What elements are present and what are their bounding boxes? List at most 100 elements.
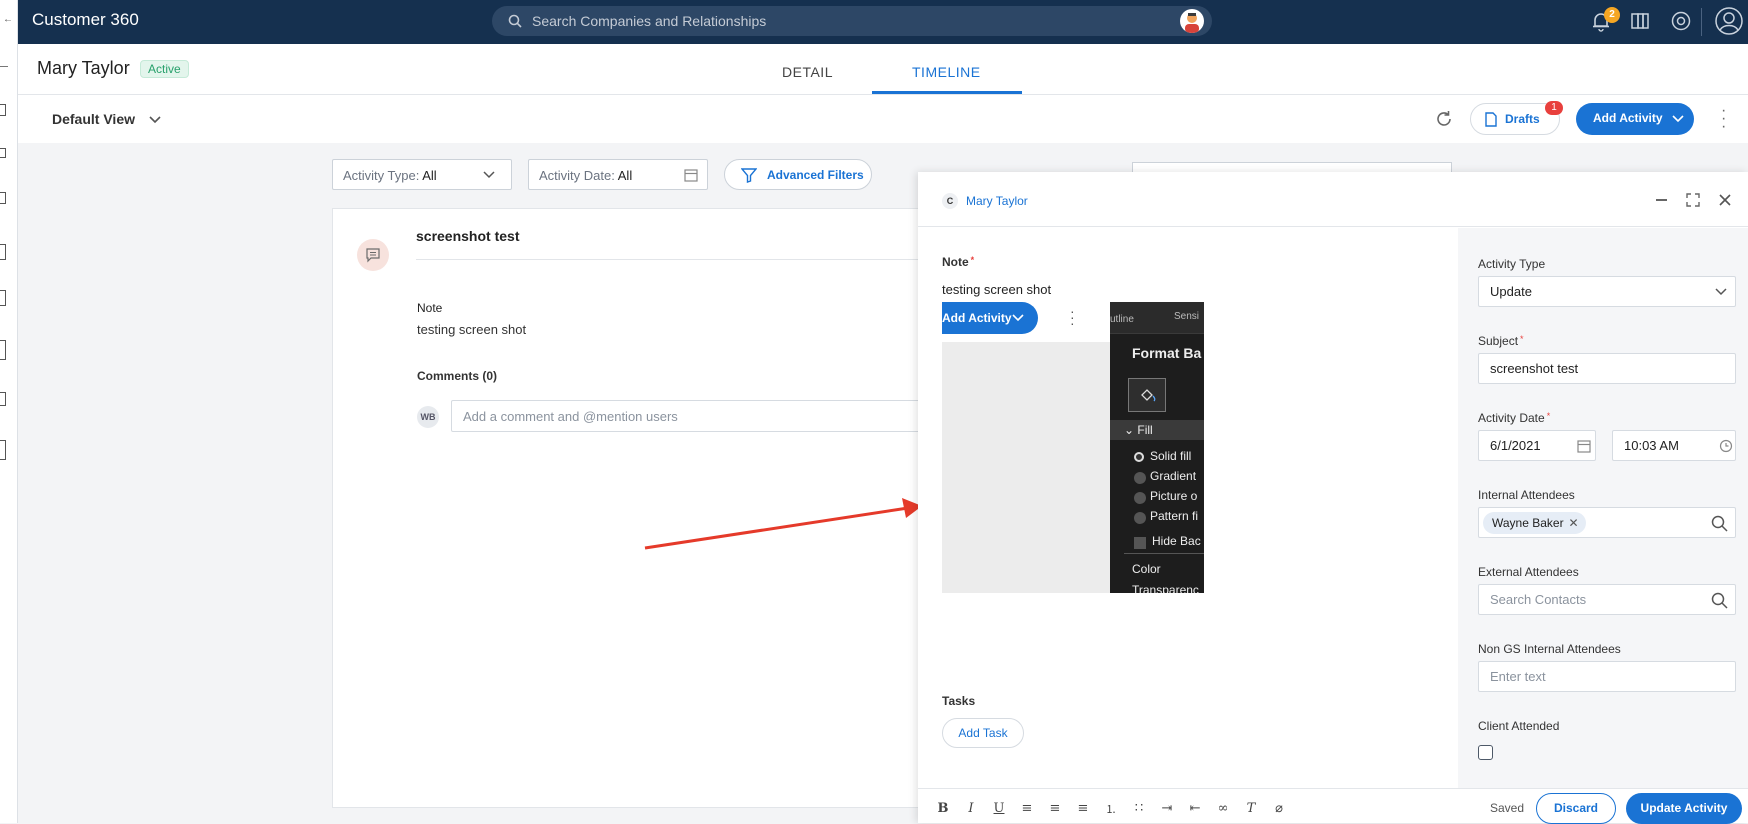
screenshot-checkbox (1134, 537, 1146, 549)
chevron-down-icon (483, 171, 495, 179)
screenshot-radio (1134, 492, 1146, 504)
search-avatar-icon[interactable] (1180, 9, 1204, 33)
internal-attendees-input[interactable]: Wayne Baker ✕ (1478, 507, 1736, 538)
link-icon[interactable]: ∞ (1214, 801, 1232, 816)
settings-nav-icon[interactable] (0, 392, 6, 406)
drafts-label: Drafts (1505, 112, 1540, 126)
time-value: 10:03 AM (1624, 438, 1679, 453)
close-icon[interactable] (1718, 193, 1732, 207)
chevron-down-icon (1715, 288, 1727, 296)
tab-timeline[interactable]: TIMELINE (912, 64, 981, 80)
timeline-toolbar: Default View Drafts 1 Add Activity · · · (18, 95, 1748, 143)
non-gs-attendees-input[interactable]: Enter text (1478, 661, 1736, 692)
screenshot-transparency-label: Transparenc (1132, 583, 1199, 593)
underline-icon[interactable]: U (990, 801, 1008, 816)
report-nav-icon[interactable] (0, 290, 6, 306)
date-input[interactable]: 6/1/2021 (1478, 430, 1596, 461)
indent-icon[interactable]: ⇥ (1158, 801, 1176, 816)
screenshot-radio (1134, 512, 1146, 524)
chevron-down-icon[interactable] (148, 115, 162, 125)
activity-type-filter[interactable]: Activity Type: All (332, 159, 512, 190)
screenshot-option: Pattern fi (1150, 509, 1199, 523)
view-selector[interactable]: Default View (52, 111, 135, 127)
external-attendees-placeholder: Search Contacts (1490, 592, 1587, 607)
update-activity-button[interactable]: Update Activity (1626, 793, 1742, 824)
document-nav-icon[interactable] (0, 244, 6, 260)
minimize-icon[interactable] (1656, 199, 1667, 201)
drawer-footer: B I U ≡ ≡ ≡ ⒈ ∷ ⇥ ⇤ ∞ T ⌀ Saved Discard … (918, 788, 1748, 824)
active-tab-indicator (872, 91, 1022, 94)
non-gs-attendees-label: Non GS Internal Attendees (1478, 642, 1621, 656)
org-nav-icon[interactable] (0, 340, 6, 360)
align-left-icon[interactable]: ≡ (1018, 801, 1036, 816)
hierarchy-nav-icon[interactable] (0, 192, 6, 204)
search-icon (1711, 592, 1728, 609)
activity-type-select[interactable]: Update (1478, 276, 1736, 307)
attendee-chip: Wayne Baker ✕ (1483, 512, 1586, 534)
avatar: WB (417, 406, 439, 428)
attendee-name: Wayne Baker (1492, 516, 1564, 530)
external-attendees-input[interactable]: Search Contacts (1478, 584, 1736, 615)
search-icon (508, 14, 522, 28)
client-attended-checkbox[interactable] (1478, 745, 1493, 760)
outdent-icon[interactable]: ⇤ (1186, 801, 1204, 816)
user-profile-icon[interactable] (1714, 6, 1744, 36)
screenshot-paint-bucket-icon (1128, 378, 1166, 412)
notification-count-badge: 2 (1604, 7, 1620, 23)
italic-icon[interactable]: I (962, 801, 980, 816)
topbar-divider (1701, 8, 1702, 36)
remove-attendee-icon[interactable]: ✕ (1569, 512, 1579, 534)
divider (416, 259, 936, 260)
add-task-button[interactable]: Add Task (942, 718, 1024, 748)
note-editor-text[interactable]: testing screen shot (942, 282, 1051, 297)
help-globe-icon[interactable] (1670, 10, 1692, 32)
attachment-icon[interactable]: ⌀ (1270, 801, 1288, 816)
activity-title[interactable]: screenshot test (416, 228, 519, 244)
chevron-down-icon (1672, 115, 1684, 123)
content-search-field[interactable] (1132, 162, 1452, 172)
back-icon[interactable]: ← (3, 14, 13, 25)
screenshot-panel-title: Format Ba (1132, 345, 1202, 361)
refresh-icon[interactable] (1434, 109, 1454, 129)
more-options-icon[interactable]: · · · (1721, 103, 1726, 135)
page-title: Mary Taylor (37, 58, 130, 78)
external-attendees-label: External Attendees (1478, 565, 1579, 579)
screenshot-button-label: Add Activity (942, 311, 1012, 325)
add-activity-button[interactable]: Add Activity (1576, 103, 1694, 135)
clear-format-icon[interactable]: T (1242, 801, 1260, 816)
book-icon[interactable] (1630, 11, 1650, 31)
screenshot-color-label: Color (1132, 562, 1161, 576)
align-right-icon[interactable]: ≡ (1074, 801, 1092, 816)
red-arrow-annotation (644, 498, 922, 550)
comment-input[interactable]: Add a comment and @mention users (451, 400, 951, 432)
activity-date-filter[interactable]: Activity Date: All (528, 159, 708, 190)
drawer-header: C Mary Taylor (918, 172, 1748, 227)
screenshot-radio-selected (1134, 452, 1144, 462)
search-icon[interactable] (1711, 515, 1728, 532)
layers-nav-icon[interactable] (0, 440, 6, 460)
note-field-label: Note * (942, 255, 975, 269)
screenshot-tab-1: utline (1110, 314, 1134, 325)
subject-label: Subject * (1478, 334, 1524, 348)
list-nav-icon[interactable] (0, 148, 6, 158)
time-input[interactable]: 10:03 AM (1612, 430, 1736, 461)
global-search[interactable]: Search Companies and Relationships (492, 6, 1212, 36)
numbered-list-icon[interactable]: ⒈ (1102, 801, 1120, 816)
home-nav-icon[interactable] (0, 104, 6, 116)
screenshot-tab-2: Sensi (1174, 311, 1200, 322)
advanced-filters-button[interactable]: Advanced Filters (724, 159, 872, 190)
saved-status: Saved (1490, 801, 1525, 815)
tab-detail[interactable]: DETAIL (782, 64, 833, 80)
align-center-icon[interactable]: ≡ (1046, 801, 1064, 816)
discard-button[interactable]: Discard (1536, 793, 1616, 824)
maximize-icon[interactable] (1686, 193, 1700, 207)
client-attended-label: Client Attended (1478, 719, 1560, 733)
bullet-list-icon[interactable]: ∷ (1130, 801, 1148, 816)
bold-icon[interactable]: B (934, 801, 952, 816)
tasks-label: Tasks (942, 694, 976, 708)
subject-input[interactable]: screenshot test (1478, 353, 1736, 384)
top-bar: Customer 360 Search Companies and Relati… (18, 0, 1748, 44)
screenshot-radio (1134, 472, 1146, 484)
activity-type-label: Activity Type (1478, 257, 1546, 271)
drawer-person-link[interactable]: Mary Taylor (966, 194, 1028, 208)
